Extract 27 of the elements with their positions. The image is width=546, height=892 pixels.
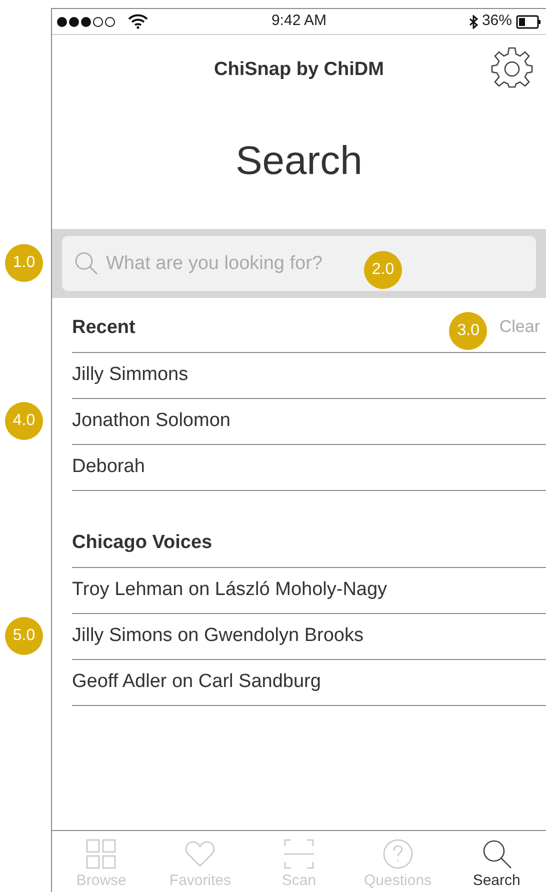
wifi-icon [128, 14, 148, 29]
annotation-badge: 4.0 [5, 402, 43, 440]
page-title: Search [236, 138, 362, 185]
annotation-badge: 5.0 [5, 617, 43, 655]
search-icon [74, 251, 98, 275]
list-item[interactable]: Jonathon Solomon [72, 407, 230, 436]
section-heading: Recent [72, 316, 136, 340]
list-item[interactable]: Jilly Simons on Gwendolyn Brooks [72, 622, 364, 651]
list-item[interactable]: Geoff Adler on Carl Sandburg [72, 668, 321, 697]
settings-button[interactable] [490, 45, 534, 89]
annotation-badge: 3.0 [449, 312, 488, 350]
bluetooth-icon [468, 14, 478, 28]
search-icon [480, 838, 513, 870]
status-time: 9:42 AM [271, 11, 327, 32]
battery-percentage: 36% [482, 11, 512, 32]
scan-frame-icon [282, 838, 315, 870]
question-icon [382, 838, 414, 870]
tab-bar-item[interactable]: Search [447, 831, 546, 892]
annotation-badge: 1.0 [5, 244, 43, 282]
list-item[interactable]: Jilly Simmons [72, 361, 188, 390]
battery-icon [516, 14, 542, 28]
grid-icon [85, 838, 118, 870]
app-title: ChiSnap by ChiDM [214, 58, 384, 82]
list-item[interactable]: Troy Lehman on László Moholy-Nagy [72, 576, 388, 605]
list-item[interactable]: Deborah [72, 453, 145, 482]
settings-icon [491, 46, 533, 88]
section-heading: Chicago Voices [72, 530, 212, 554]
